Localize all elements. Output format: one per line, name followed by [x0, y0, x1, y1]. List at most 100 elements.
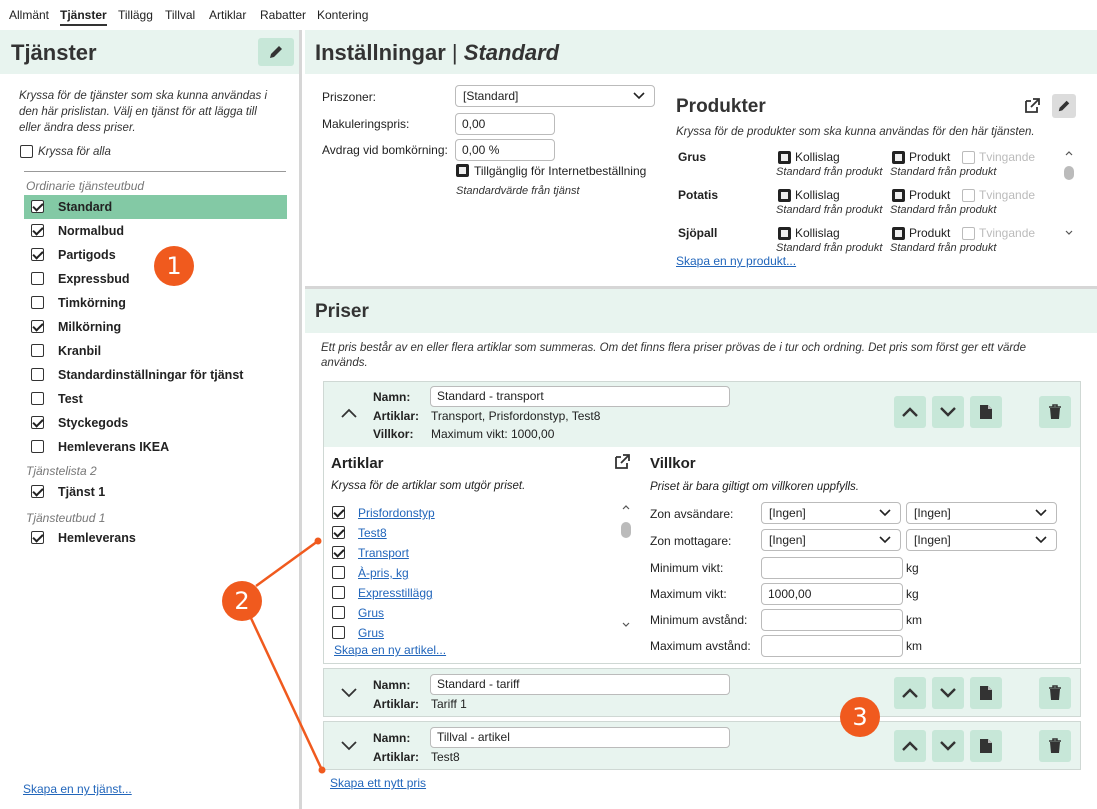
- zone-sender-select-2[interactable]: [Ingen]: [906, 502, 1057, 524]
- service-checkbox[interactable]: [31, 296, 44, 309]
- copy-button[interactable]: [970, 677, 1002, 709]
- produkt-checkbox[interactable]: [892, 227, 905, 240]
- chevron-down-icon[interactable]: [340, 739, 358, 753]
- service-item[interactable]: Standardinställningar för tjänst: [24, 363, 287, 387]
- service-checkbox[interactable]: [31, 531, 44, 544]
- move-down-button[interactable]: [932, 677, 964, 709]
- default-note: Standardvärde från tjänst: [456, 185, 580, 197]
- article-checkbox[interactable]: [332, 506, 345, 519]
- create-price-link[interactable]: Skapa ett nytt pris: [330, 776, 426, 790]
- service-item[interactable]: Milkörning: [24, 315, 287, 339]
- max-distance-input[interactable]: [761, 635, 903, 657]
- service-item-hemleverans[interactable]: Hemleverans: [24, 526, 287, 550]
- move-up-button[interactable]: [894, 730, 926, 762]
- chevron-up-icon[interactable]: [340, 406, 358, 420]
- delete-button[interactable]: [1039, 730, 1071, 762]
- tab-rabatter[interactable]: Rabatter: [260, 8, 306, 22]
- zone-receiver-select-1[interactable]: [Ingen]: [761, 529, 901, 551]
- service-checkbox[interactable]: [31, 272, 44, 285]
- create-service-link[interactable]: Skapa en ny tjänst...: [23, 782, 132, 796]
- service-checkbox[interactable]: [31, 224, 44, 237]
- edit-products-button[interactable]: [1052, 94, 1076, 118]
- price-name-input[interactable]: Tillval - artikel: [430, 727, 730, 748]
- external-link-icon[interactable]: [613, 453, 631, 471]
- copy-button[interactable]: [970, 396, 1002, 428]
- price-name-input[interactable]: Standard - tariff: [430, 674, 730, 695]
- service-checkbox[interactable]: [31, 200, 44, 213]
- service-checkbox[interactable]: [31, 344, 44, 357]
- articles-scrollbar[interactable]: [620, 502, 632, 636]
- move-down-button[interactable]: [932, 730, 964, 762]
- tab-allmant[interactable]: Allmänt: [9, 8, 49, 22]
- service-checkbox[interactable]: [31, 392, 44, 405]
- article-checkbox[interactable]: [332, 526, 345, 539]
- service-item-tjanst-1[interactable]: Tjänst 1: [24, 480, 287, 504]
- avdrag-input[interactable]: 0,00 %: [455, 139, 555, 161]
- zone-sender-select-1[interactable]: [Ingen]: [761, 502, 901, 524]
- delete-button[interactable]: [1039, 677, 1071, 709]
- makulering-input[interactable]: 0,00: [455, 113, 555, 135]
- chevron-down-icon: [879, 536, 891, 544]
- max-weight-input[interactable]: 1000,00: [761, 583, 903, 605]
- tab-artiklar[interactable]: Artiklar: [209, 8, 246, 22]
- pencil-icon: [1058, 100, 1070, 112]
- create-product-link[interactable]: Skapa en ny produkt...: [676, 254, 796, 268]
- service-item[interactable]: Normalbud: [24, 219, 287, 243]
- service-checkbox[interactable]: [31, 440, 44, 453]
- article-checkbox[interactable]: [332, 626, 345, 639]
- service-item[interactable]: Kranbil: [24, 339, 287, 363]
- article-checkbox[interactable]: [332, 586, 345, 599]
- products-scrollbar[interactable]: [1063, 148, 1075, 242]
- service-item[interactable]: Test: [24, 387, 287, 411]
- tab-tjanster[interactable]: Tjänster: [60, 8, 107, 26]
- edit-services-button[interactable]: [258, 38, 294, 66]
- article-link[interactable]: Prisfordonstyp: [358, 506, 435, 520]
- service-item[interactable]: Timkörning: [24, 291, 287, 315]
- service-checkbox[interactable]: [31, 248, 44, 261]
- tab-kontering[interactable]: Kontering: [317, 8, 368, 22]
- service-checkbox[interactable]: [31, 485, 44, 498]
- service-item[interactable]: Standard: [24, 195, 287, 219]
- article-link[interactable]: À-pris, kg: [358, 566, 409, 580]
- article-checkbox[interactable]: [332, 606, 345, 619]
- service-checkbox[interactable]: [31, 368, 44, 381]
- price-name-input[interactable]: Standard - transport: [430, 386, 730, 407]
- tvingande-checkbox[interactable]: [962, 189, 975, 202]
- service-item[interactable]: Hemleverans IKEA: [24, 435, 287, 459]
- zone-receiver-select-2[interactable]: [Ingen]: [906, 529, 1057, 551]
- produkt-checkbox[interactable]: [892, 151, 905, 164]
- service-checkbox[interactable]: [31, 320, 44, 333]
- article-link[interactable]: Test8: [358, 526, 387, 540]
- copy-button[interactable]: [970, 730, 1002, 762]
- min-weight-input[interactable]: [761, 557, 903, 579]
- delete-button[interactable]: [1039, 396, 1071, 428]
- chevron-down-icon[interactable]: [340, 686, 358, 700]
- kollislag-checkbox[interactable]: [778, 189, 791, 202]
- article-link[interactable]: Grus: [358, 606, 384, 620]
- service-checkbox[interactable]: [31, 416, 44, 429]
- article-checkbox[interactable]: [332, 546, 345, 559]
- move-down-button[interactable]: [932, 396, 964, 428]
- article-link[interactable]: Expresstillägg: [358, 586, 433, 600]
- priszoner-select[interactable]: [Standard]: [455, 85, 655, 107]
- article-link[interactable]: Grus: [358, 626, 384, 640]
- article-checkbox[interactable]: [332, 566, 345, 579]
- internet-checkbox[interactable]: [456, 164, 469, 177]
- kollislag-checkbox[interactable]: [778, 227, 791, 240]
- internet-label: Tillgänglig för Internetbeställning: [474, 164, 647, 178]
- check-all-checkbox[interactable]: [20, 145, 33, 158]
- create-article-link[interactable]: Skapa en ny artikel...: [334, 643, 446, 657]
- tab-tillagg[interactable]: Tillägg: [118, 8, 153, 22]
- kollislag-checkbox[interactable]: [778, 151, 791, 164]
- external-link-icon[interactable]: [1023, 97, 1041, 115]
- min-distance-input[interactable]: [761, 609, 903, 631]
- service-item[interactable]: Styckegods: [24, 411, 287, 435]
- move-up-button[interactable]: [894, 396, 926, 428]
- tvingande-checkbox[interactable]: [962, 227, 975, 240]
- tab-tillval[interactable]: Tillval: [165, 8, 195, 22]
- tvingande-checkbox[interactable]: [962, 151, 975, 164]
- move-up-button[interactable]: [894, 677, 926, 709]
- chevron-down-icon: [1035, 536, 1047, 544]
- article-link[interactable]: Transport: [358, 546, 409, 560]
- produkt-checkbox[interactable]: [892, 189, 905, 202]
